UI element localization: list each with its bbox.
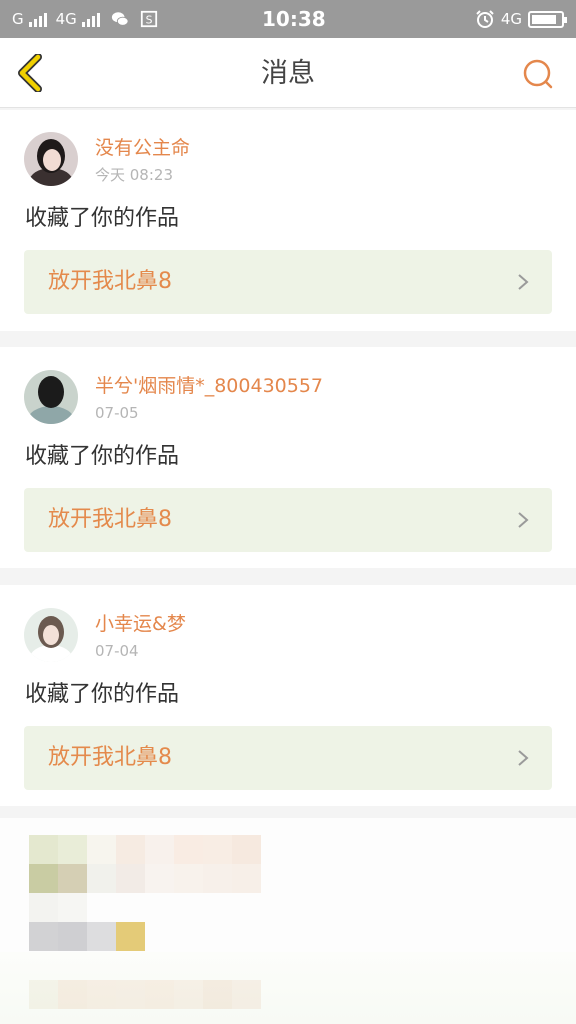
action-text: 收藏了你的作品 [25, 682, 180, 707]
status-bar: G 4G S 10:38 4G [0, 0, 576, 38]
message-card[interactable]: 没有公主命 今天 08:23 收藏了你的作品 放开我北鼻8 [0, 110, 576, 331]
chevron-right-icon [518, 750, 529, 766]
avatar[interactable] [24, 132, 78, 186]
work-link[interactable]: 放开我北鼻8 [24, 488, 552, 552]
work-title: 放开我北鼻8 [48, 507, 172, 532]
wechat-icon [111, 12, 129, 26]
obscured-card [0, 818, 576, 1024]
avatar[interactable] [24, 370, 78, 424]
message-time: 07-05 [95, 404, 139, 422]
work-title: 放开我北鼻8 [48, 745, 172, 770]
nav-header: 消息 [0, 38, 576, 108]
battery-icon [528, 10, 567, 28]
page-title: 消息 [261, 58, 315, 89]
action-text: 收藏了你的作品 [25, 444, 180, 469]
user-name[interactable]: 没有公主命 [95, 136, 190, 160]
message-card[interactable]: 小幸运&梦 07-04 收藏了你的作品 放开我北鼻8 [0, 585, 576, 806]
chevron-right-icon [518, 512, 529, 528]
app-s-icon: S [140, 10, 157, 28]
avatar[interactable] [24, 608, 78, 662]
signal-icon-2 [81, 11, 100, 27]
message-time: 07-04 [95, 642, 139, 660]
alarm-icon [476, 10, 494, 28]
status-right: 4G [475, 9, 567, 29]
search-button[interactable] [522, 58, 554, 90]
message-time: 今天 08:23 [95, 166, 173, 184]
user-name[interactable]: 小幸运&梦 [95, 612, 186, 636]
svg-text:S: S [145, 14, 152, 27]
avatar-image [24, 132, 78, 186]
user-name[interactable]: 半兮'烟雨情*_800430557 [95, 374, 323, 398]
message-card[interactable]: 半兮'烟雨情*_800430557 07-05 收藏了你的作品 放开我北鼻8 [0, 347, 576, 568]
action-text: 收藏了你的作品 [25, 206, 180, 231]
work-title: 放开我北鼻8 [48, 269, 172, 294]
clock: 10:38 [262, 7, 326, 31]
chevron-right-icon [518, 274, 529, 290]
network-type: 4G [500, 10, 522, 28]
signal-icon [28, 11, 47, 27]
status-left: G 4G S [12, 9, 158, 29]
avatar-image [24, 370, 78, 424]
carrier-2: 4G [55, 10, 77, 28]
carrier-1: G [12, 10, 24, 28]
work-link[interactable]: 放开我北鼻8 [24, 250, 552, 314]
work-link[interactable]: 放开我北鼻8 [24, 726, 552, 790]
avatar-image [24, 608, 78, 662]
